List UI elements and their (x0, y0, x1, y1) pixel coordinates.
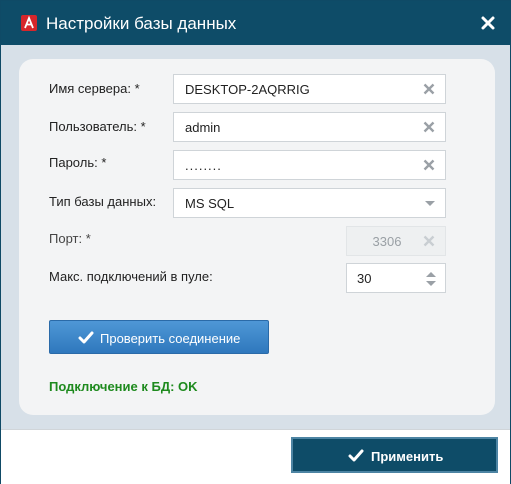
clear-icon[interactable] (423, 83, 435, 95)
title-bar: Настройки базы данных (1, 1, 510, 45)
server-input[interactable] (174, 75, 415, 103)
dialog-body: Имя сервера: * Пользователь: * Пароль: * (1, 45, 510, 429)
test-connection-button[interactable]: Проверить соединение (49, 320, 269, 354)
app-logo-icon (21, 15, 37, 31)
pool-stepper (346, 263, 446, 293)
dialog-footer: Применить (1, 429, 510, 484)
user-input[interactable] (174, 113, 415, 141)
port-label: Порт: * (49, 231, 91, 246)
port-input (347, 227, 427, 255)
server-field (173, 74, 446, 104)
spin-down-icon[interactable] (425, 280, 437, 288)
user-field (173, 112, 446, 142)
clear-icon[interactable] (423, 159, 435, 171)
password-input[interactable] (174, 151, 415, 179)
apply-label: Применить (371, 449, 444, 464)
settings-panel: Имя сервера: * Пользователь: * Пароль: * (19, 59, 495, 415)
checkmark-icon (78, 331, 94, 344)
port-field (346, 226, 446, 256)
checkmark-icon (348, 449, 364, 462)
password-field (173, 150, 446, 180)
apply-button[interactable]: Применить (291, 437, 498, 473)
db-type-select[interactable]: MS SQL (173, 188, 446, 218)
spin-up-icon[interactable] (425, 270, 437, 278)
settings-dialog: Настройки базы данных Имя сервера: * Пол… (0, 0, 511, 484)
window-title: Настройки базы данных (46, 14, 237, 33)
connection-status: Подключение к БД: OK (49, 379, 198, 394)
chevron-down-icon[interactable] (424, 200, 436, 208)
user-label: Пользователь: * (49, 119, 146, 134)
db-type-label: Тип базы данных: (49, 194, 157, 209)
server-label: Имя сервера: * (49, 81, 140, 96)
clear-icon (423, 235, 435, 247)
pool-input[interactable] (347, 264, 427, 292)
db-type-value: MS SQL (185, 196, 235, 211)
password-label: Пароль: * (49, 155, 107, 170)
test-connection-label: Проверить соединение (100, 331, 241, 346)
pool-label: Макс. подключений в пуле: (49, 269, 213, 284)
close-icon[interactable] (478, 13, 498, 33)
clear-icon[interactable] (423, 121, 435, 133)
